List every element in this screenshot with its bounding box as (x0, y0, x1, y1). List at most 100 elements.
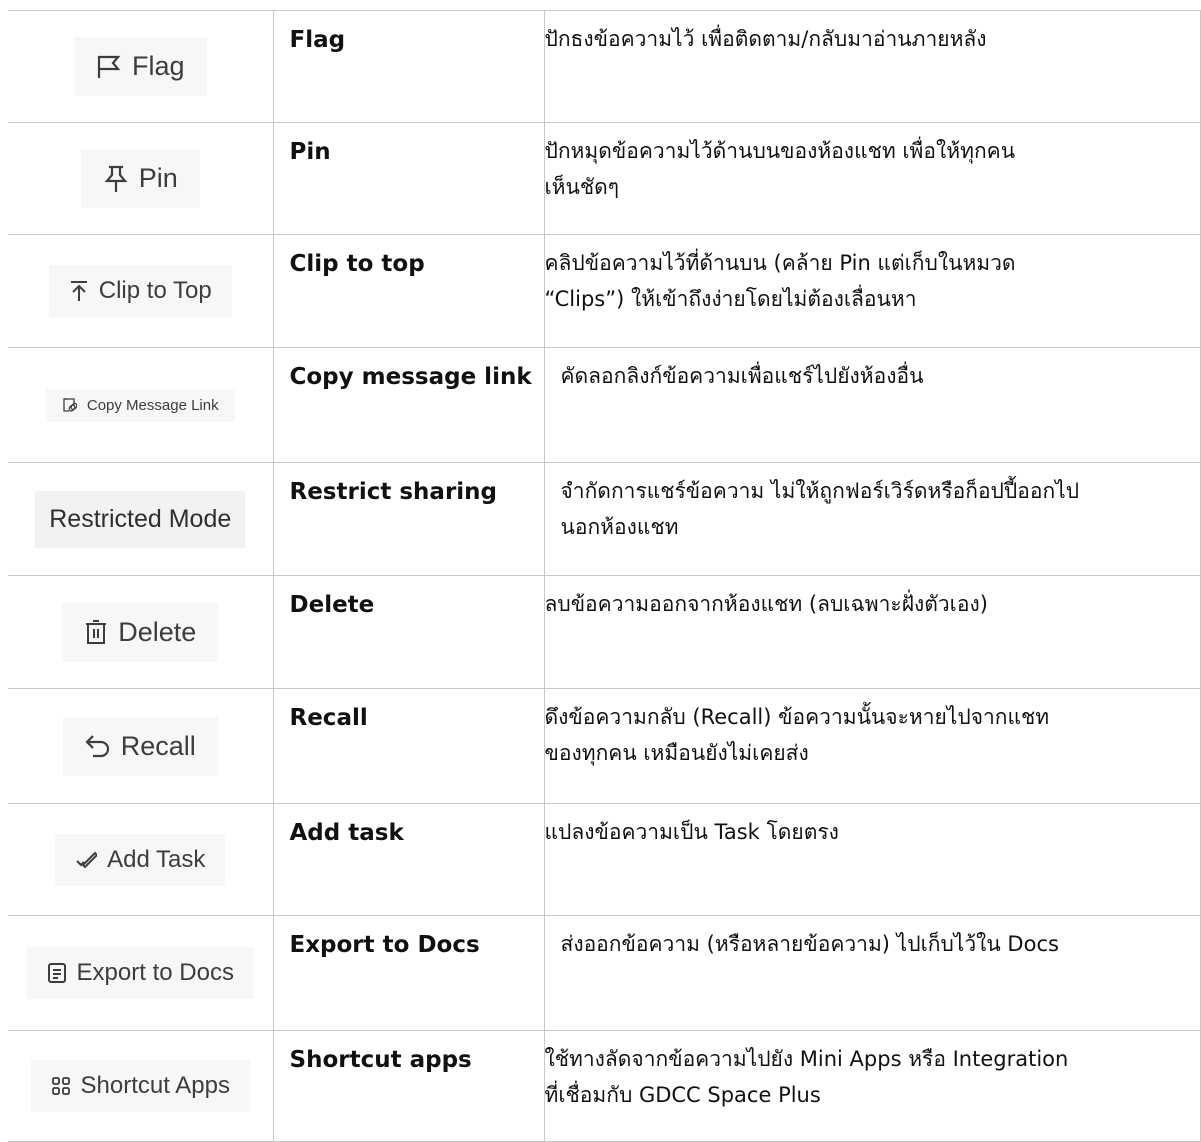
feature-description-cell: ส่งออกข้อความ (หรือหลายข้อความ) ไปเก็บไว… (543, 915, 1201, 1031)
description-line: ใช้ทางลัดจากข้อความไปยัง Mini Apps หรือ … (544, 1047, 1069, 1071)
feature-table-wrapper: Flag Flag ปักธงข้อความไว้ เพื่อติดตาม/กล… (8, 10, 1201, 1142)
feature-name: Recall (289, 705, 368, 731)
table-row: Pin Pin ปักหมุดข้อความไว้ด้านบนของห้องแช… (8, 122, 1201, 235)
table-row: Copy Message Link Copy message link คัดล… (8, 347, 1201, 463)
apps-grid-icon (51, 1076, 71, 1096)
table-row: Delete Delete ลบข้อความออกจากห้องแชท (ลบ… (8, 575, 1201, 689)
feature-description: คลิปข้อความไว้ที่ด้านบน (คล้าย Pin แต่เก… (545, 245, 1189, 317)
task-check-icon (75, 851, 98, 869)
feature-name-cell: Flag (272, 10, 545, 123)
arrow-to-top-icon (69, 280, 89, 302)
recall-button-label: Recall (120, 730, 196, 761)
action-button-cell: Recall (8, 688, 274, 804)
feature-name: Delete (289, 592, 375, 618)
feature-description-cell: ดึงข้อความกลับ (Recall) ข้อความนั้นจะหาย… (543, 688, 1201, 804)
add-task-button-label: Add Task (107, 845, 206, 873)
flag-button-label: Flag (131, 51, 185, 81)
feature-description: แปลงข้อความเป็น Task โดยตรง (545, 814, 1189, 850)
description-line: คัดลอกลิงก์ข้อความเพื่อแชร์ไปยังห้องอื่น (560, 364, 924, 388)
description-line: “Clips”) ให้เข้าถึงง่ายโดยไม่ต้องเลื่อนห… (544, 287, 917, 311)
restricted-mode-button-label: Restricted Mode (49, 504, 232, 533)
feature-description-cell: แปลงข้อความเป็น Task โดยตรง (543, 803, 1201, 916)
description-line: ปักหมุดข้อความไว้ด้านบนของห้องแชท เพื่อใ… (544, 139, 1016, 163)
pin-icon (103, 165, 129, 193)
flag-button[interactable]: Flag (73, 37, 207, 96)
feature-description-cell: จำกัดการแชร์ข้อความ ไม่ให้ถูกฟอร์เวิร์ดห… (543, 462, 1201, 576)
action-button-cell: Copy Message Link (8, 347, 274, 463)
description-line: ปักธงข้อความไว้ เพื่อติดตาม/กลับมาอ่านภา… (544, 27, 987, 51)
shortcut-apps-button[interactable]: Shortcut Apps (30, 1060, 250, 1112)
feature-name: Shortcut apps (289, 1047, 472, 1073)
feature-name-cell: Recall (272, 688, 545, 804)
feature-name-cell: Copy message link (272, 347, 545, 463)
table-row: Add Task Add task แปลงข้อความเป็น Task โ… (8, 803, 1201, 916)
undo-icon (85, 734, 111, 758)
action-button-cell: Export to Docs (8, 915, 274, 1031)
description-line: คลิปข้อความไว้ที่ด้านบน (คล้าย Pin แต่เก… (544, 251, 1016, 275)
table-row: Export to Docs Export to Docs ส่งออกข้อค… (8, 915, 1201, 1031)
feature-description: ลบข้อความออกจากห้องแชท (ลบเฉพาะฝั่งตัวเอ… (545, 586, 1189, 622)
action-button-cell: Add Task (8, 803, 274, 916)
feature-description: ปักธงข้อความไว้ เพื่อติดตาม/กลับมาอ่านภา… (545, 21, 1189, 57)
description-line: ดึงข้อความกลับ (Recall) ข้อความนั้นจะหาย… (544, 705, 1050, 729)
copy-message-link-button-label: Copy Message Link (86, 396, 219, 414)
clip-to-top-button-label: Clip to Top (98, 277, 212, 304)
document-icon (47, 962, 67, 984)
action-button-cell: Restricted Mode (8, 462, 274, 576)
table-row: Clip to Top Clip to top คลิปข้อความไว้ที… (8, 234, 1201, 348)
action-button-cell: Clip to Top (8, 234, 274, 348)
feature-name: Flag (289, 27, 346, 53)
feature-name: Clip to top (289, 251, 425, 277)
pin-button[interactable]: Pin (80, 149, 200, 208)
delete-button[interactable]: Delete (62, 602, 219, 662)
feature-name-cell: Delete (272, 575, 545, 689)
table-row: Flag Flag ปักธงข้อความไว้ เพื่อติดตาม/กล… (8, 10, 1201, 123)
table-row: Restricted Mode Restrict sharing จำกัดกา… (8, 462, 1201, 576)
feature-name-cell: Pin (272, 122, 545, 235)
feature-name-cell: Add task (272, 803, 545, 916)
export-to-docs-button-label: Export to Docs (76, 959, 234, 986)
feature-description: ส่งออกข้อความ (หรือหลายข้อความ) ไปเก็บไว… (545, 926, 1189, 962)
feature-description: ใช้ทางลัดจากข้อความไปยัง Mini Apps หรือ … (545, 1041, 1189, 1113)
clip-to-top-button[interactable]: Clip to Top (48, 265, 232, 317)
feature-name-cell: Export to Docs (272, 915, 545, 1031)
flag-icon (96, 54, 122, 80)
feature-description-cell: ใช้ทางลัดจากข้อความไปยัง Mini Apps หรือ … (543, 1030, 1201, 1142)
copy-message-link-button[interactable]: Copy Message Link (45, 388, 235, 422)
feature-name-cell: Restrict sharing (272, 462, 545, 576)
feature-name: Add task (289, 820, 404, 846)
recall-button[interactable]: Recall (62, 716, 218, 776)
add-task-button[interactable]: Add Task (55, 833, 226, 886)
feature-description: คัดลอกลิงก์ข้อความเพื่อแชร์ไปยังห้องอื่น (545, 358, 1189, 394)
feature-description: ดึงข้อความกลับ (Recall) ข้อความนั้นจะหาย… (545, 699, 1189, 771)
action-button-cell: Pin (8, 122, 274, 235)
table-row: Recall Recall ดึงข้อความกลับ (Recall) ข้… (8, 688, 1201, 804)
feature-name: Pin (289, 139, 331, 165)
feature-name-cell: Clip to top (272, 234, 545, 348)
trash-icon (84, 619, 108, 645)
description-line: ลบข้อความออกจากห้องแชท (ลบเฉพาะฝั่งตัวเอ… (544, 592, 988, 616)
feature-name: Copy message link (289, 364, 532, 390)
feature-description-cell: ลบข้อความออกจากห้องแชท (ลบเฉพาะฝั่งตัวเอ… (543, 575, 1201, 689)
feature-description-cell: คัดลอกลิงก์ข้อความเพื่อแชร์ไปยังห้องอื่น (543, 347, 1201, 463)
pin-button-label: Pin (138, 163, 178, 193)
description-line: นอกห้องแชท (560, 515, 679, 539)
link-icon (62, 397, 77, 413)
shortcut-apps-button-label: Shortcut Apps (80, 1072, 230, 1099)
feature-name: Export to Docs (289, 932, 480, 958)
feature-description-cell: ปักธงข้อความไว้ เพื่อติดตาม/กลับมาอ่านภา… (543, 10, 1201, 123)
description-line: เห็นชัดๆ (544, 175, 620, 199)
description-line: ส่งออกข้อความ (หรือหลายข้อความ) ไปเก็บไว… (560, 932, 1059, 956)
feature-name-cell: Shortcut apps (272, 1030, 545, 1142)
description-line: ของทุกคน เหมือนยังไม่เคยส่ง (544, 741, 809, 765)
feature-description-cell: ปักหมุดข้อความไว้ด้านบนของห้องแชท เพื่อใ… (543, 122, 1201, 235)
message-actions-table: Flag Flag ปักธงข้อความไว้ เพื่อติดตาม/กล… (8, 10, 1201, 1142)
restricted-mode-button[interactable]: Restricted Mode (35, 490, 246, 548)
table-row: Shortcut Apps Shortcut apps ใช้ทางลัดจาก… (8, 1030, 1201, 1142)
description-line: แปลงข้อความเป็น Task โดยตรง (544, 820, 839, 844)
action-button-cell: Shortcut Apps (8, 1030, 274, 1142)
export-to-docs-button[interactable]: Export to Docs (26, 947, 254, 999)
action-button-cell: Delete (8, 575, 274, 689)
delete-button-label: Delete (118, 616, 197, 647)
feature-description-cell: คลิปข้อความไว้ที่ด้านบน (คล้าย Pin แต่เก… (543, 234, 1201, 348)
